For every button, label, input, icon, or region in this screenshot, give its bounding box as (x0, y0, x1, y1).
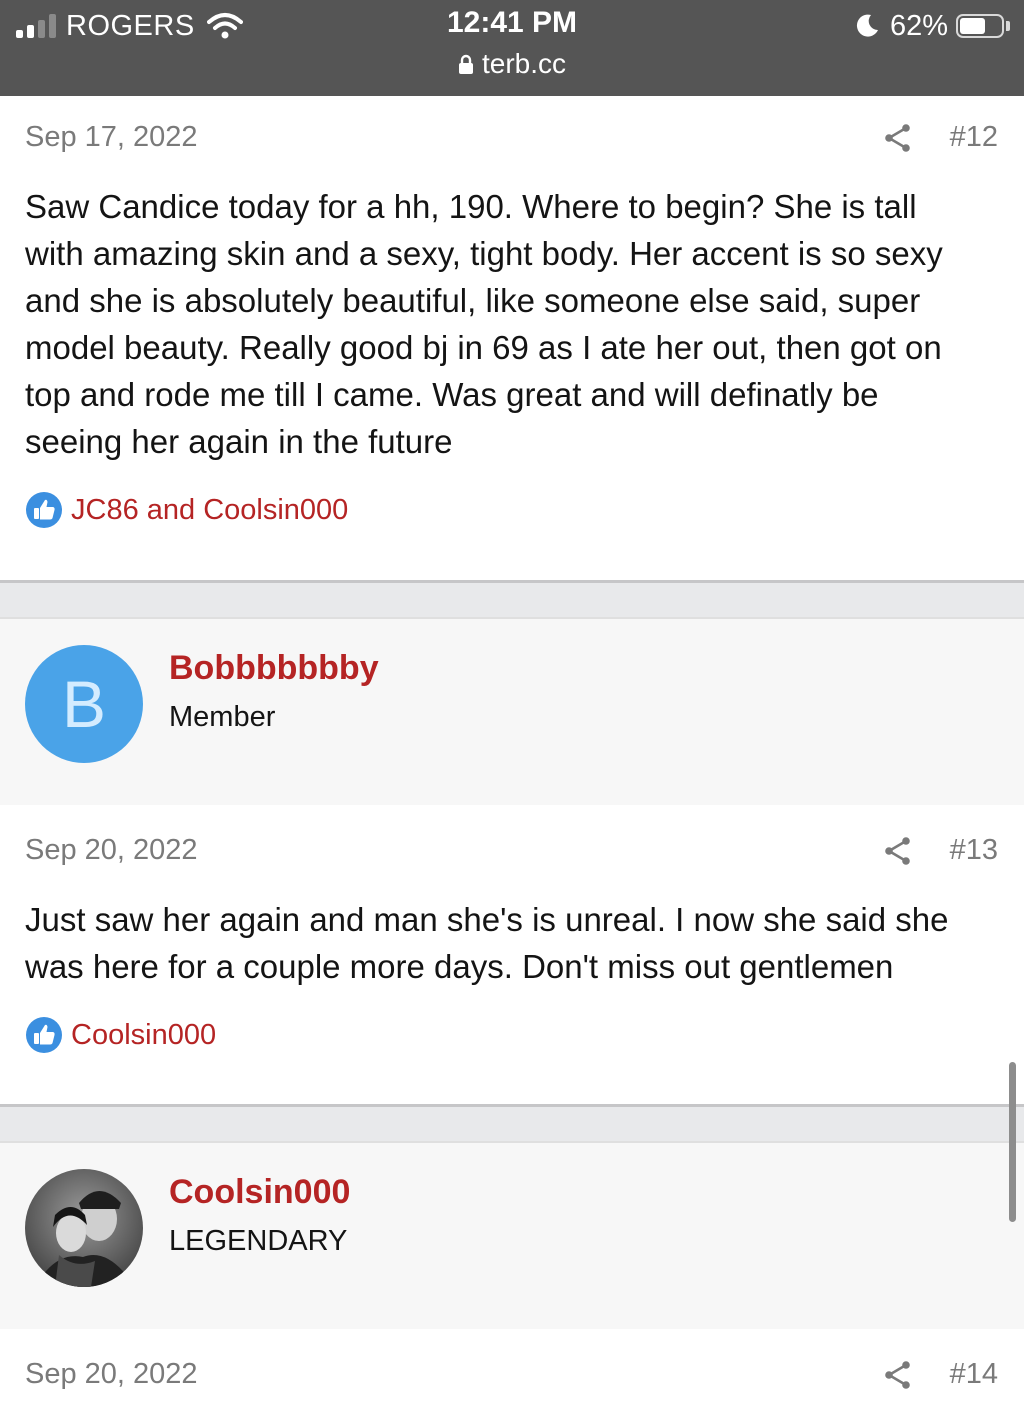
username[interactable]: Bobbbbbbby (169, 649, 379, 688)
battery-icon (956, 14, 1004, 38)
battery-cap (1006, 21, 1010, 31)
post-number[interactable]: #13 (950, 834, 998, 867)
reactions-bar[interactable]: Coolsin000 (25, 1015, 216, 1055)
scrollbar[interactable] (1009, 1062, 1016, 1222)
message-line: with amazing skin and a sexy, tight body… (25, 235, 943, 272)
share-icon[interactable] (884, 1360, 912, 1390)
battery-percent: 62% (889, 9, 948, 42)
like-icon (26, 1017, 62, 1053)
url-text: terb.cc (481, 48, 567, 79)
message-line: and she is absolutely beautiful, like so… (25, 282, 921, 319)
share-icon[interactable] (884, 123, 912, 153)
post-meta: Sep 20, 2022 #14 (25, 1358, 998, 1398)
address-bar[interactable]: terb.cc (0, 48, 1024, 80)
username[interactable]: Coolsin000 (169, 1173, 350, 1212)
lock-icon (458, 54, 473, 74)
reaction-users[interactable]: Coolsin000 (71, 1019, 216, 1052)
like-icon (26, 492, 62, 528)
message-line: was here for a couple more days. Don't m… (25, 948, 894, 985)
message-line: Saw Candice today for a hh, 190. Where t… (25, 188, 917, 225)
battery-fill (960, 18, 985, 34)
post-number[interactable]: #14 (950, 1358, 998, 1391)
post-number[interactable]: #12 (950, 121, 998, 154)
message-line: model beauty. Really good bj in 69 as I … (25, 329, 942, 366)
user-title: Member (169, 701, 276, 733)
avatar[interactable] (25, 1169, 143, 1287)
avatar[interactable]: B (25, 645, 143, 763)
post: Sep 17, 2022 #12 Saw Candice today for a… (0, 96, 1024, 583)
post-meta: Sep 20, 2022 #13 (25, 834, 998, 874)
moon-icon (856, 14, 878, 37)
status-right: 62% (854, 8, 1010, 44)
status-bar: ROGERS 12:41 PM terb.cc 62% (0, 0, 1024, 96)
author-block: Coolsin000 LEGENDARY (0, 1141, 1024, 1331)
user-title: LEGENDARY (169, 1225, 348, 1257)
avatar-photo (25, 1169, 143, 1287)
message-line: Just saw her again and man she's is unre… (25, 901, 949, 938)
post-message: Just saw her again and man she's is unre… (25, 896, 994, 990)
message-line: seeing her again in the future (25, 423, 453, 460)
post-date[interactable]: Sep 20, 2022 (25, 1358, 198, 1391)
post-date[interactable]: Sep 20, 2022 (25, 834, 198, 867)
author-block: B Bobbbbbbby Member (0, 617, 1024, 807)
reactions-bar[interactable]: JC86 and Coolsin000 (25, 490, 348, 530)
post: Sep 20, 2022 #14 (0, 1329, 1024, 1420)
post-meta: Sep 17, 2022 #12 (25, 121, 998, 161)
post-date[interactable]: Sep 17, 2022 (25, 121, 198, 154)
post-message: Saw Candice today for a hh, 190. Where t… (25, 183, 994, 465)
post: Sep 20, 2022 #13 Just saw her again and … (0, 805, 1024, 1107)
reaction-users[interactable]: JC86 and Coolsin000 (71, 494, 348, 527)
message-line: top and rode me till I came. Was great a… (25, 376, 879, 413)
share-icon[interactable] (884, 836, 912, 866)
